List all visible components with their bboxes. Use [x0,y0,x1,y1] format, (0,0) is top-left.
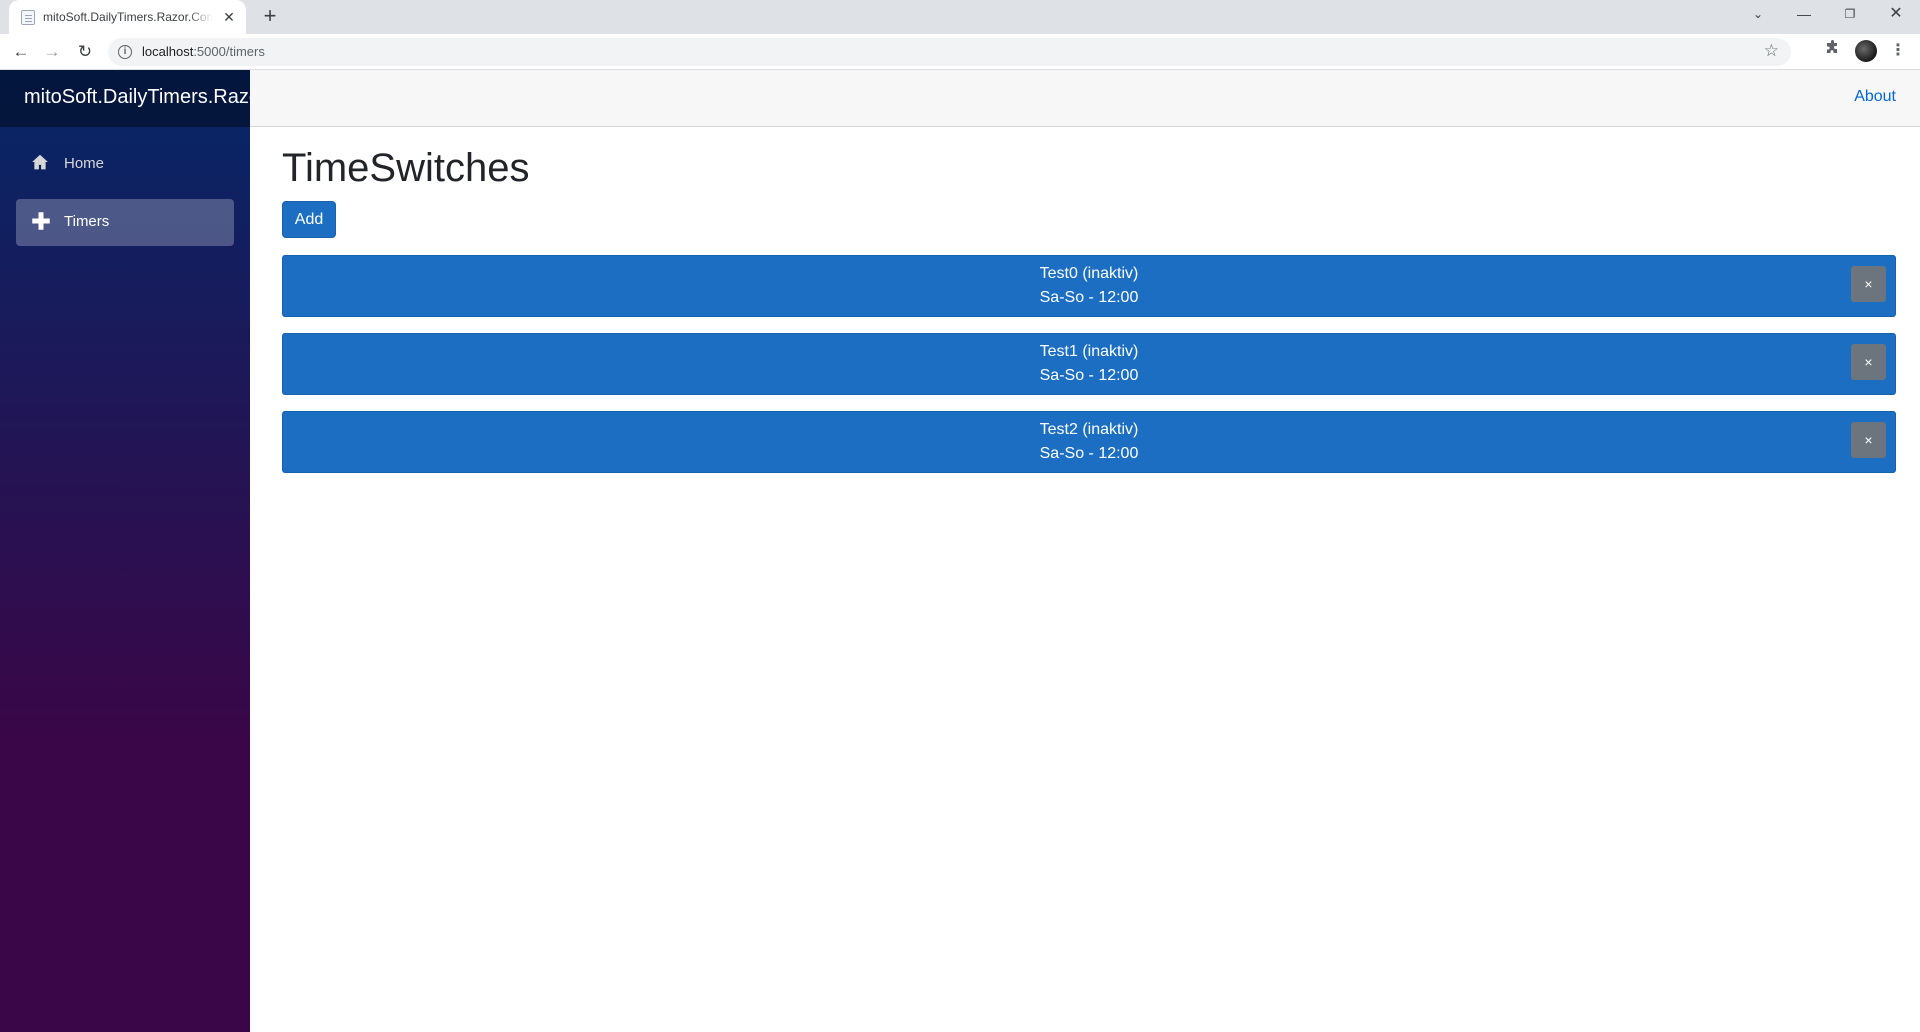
main-content: TimeSwitches Add Test0 (inaktiv) Sa-So -… [250,127,1920,1032]
profile-avatar-icon[interactable] [1855,40,1877,62]
arrow-left-icon[interactable]: ← [9,40,33,64]
timer-card[interactable]: Test2 (inaktiv) Sa-So - 12:00 × [282,411,1896,473]
minimize-icon[interactable]: — [1781,0,1827,30]
timer-list: Test0 (inaktiv) Sa-So - 12:00 × Test1 (i… [282,255,1896,489]
browser-toolbar: ← → ↻ i localhost:5000/timers ☆ [0,34,1920,70]
tab-title: mitoSoft.DailyTimers.Razor.Components [43,10,213,24]
brand-bar: mitoSoft.DailyTimers.Razor.Components [0,70,250,127]
sidebar: mitoSoft.DailyTimers.Razor.Components Ho… [0,70,250,1032]
puzzle-icon[interactable] [1823,40,1843,60]
tab-close-icon[interactable]: ✕ [220,8,238,26]
timer-schedule: Sa-So - 12:00 [1039,289,1139,306]
address-bar[interactable]: i localhost:5000/timers ☆ [108,38,1791,66]
plus-icon [31,211,51,231]
tab-search-chevron-icon[interactable]: ⌄ [1735,0,1781,30]
top-row: About [250,70,1920,127]
brand-link[interactable]: mitoSoft.DailyTimers.Razor.Components [24,86,250,109]
new-tab-button[interactable]: + [258,5,282,29]
add-button[interactable]: Add [282,201,336,238]
browser-tabstrip: mitoSoft.DailyTimers.Razor.Components ✕ … [0,0,1920,34]
info-icon[interactable]: i [118,45,132,59]
delete-timer-button[interactable]: × [1851,266,1886,302]
sidebar-item-label: Timers [64,213,110,230]
timer-card[interactable]: Test0 (inaktiv) Sa-So - 12:00 × [282,255,1896,317]
browser-tab[interactable]: mitoSoft.DailyTimers.Razor.Components ✕ [9,0,246,34]
timer-name: Test1 (inaktiv) [1039,343,1139,360]
timer-name: Test2 (inaktiv) [1039,421,1139,438]
sidebar-item-label: Home [64,155,105,172]
about-link[interactable]: About [1854,88,1896,106]
timer-name: Test0 (inaktiv) [1039,265,1139,282]
url-path: :5000/timers [193,44,265,59]
sidebar-item-home[interactable]: Home [16,141,234,188]
sidebar-item-timers[interactable]: Timers [16,199,234,246]
kebab-menu-icon[interactable]: ⋮ [1888,40,1908,62]
star-icon[interactable]: ☆ [1764,41,1779,61]
restore-icon[interactable]: ❐ [1827,0,1873,30]
window-close-icon[interactable]: ✕ [1873,0,1919,30]
page-favicon-icon [21,10,35,25]
timer-schedule: Sa-So - 12:00 [1039,367,1139,384]
delete-timer-button[interactable]: × [1851,422,1886,458]
url-host: localhost [142,44,194,59]
timer-schedule: Sa-So - 12:00 [1039,445,1139,462]
timer-card[interactable]: Test1 (inaktiv) Sa-So - 12:00 × [282,333,1896,395]
reload-icon[interactable]: ↻ [73,40,97,64]
home-icon [31,153,51,173]
arrow-right-icon[interactable]: → [40,40,64,64]
url-text[interactable]: localhost:5000/timers [142,44,265,59]
delete-timer-button[interactable]: × [1851,344,1886,380]
page-title: TimeSwitches [282,146,530,190]
